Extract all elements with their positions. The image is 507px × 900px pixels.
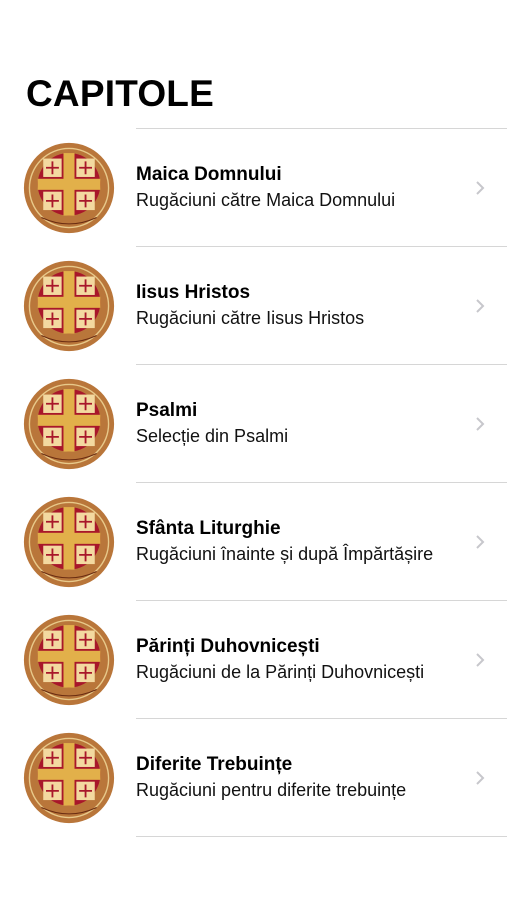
chapter-subtitle: Rugăciuni către Iisus Hristos (136, 308, 365, 328)
list-item-text: Sfânta Liturghie Rugăciuni înainte și du… (136, 483, 456, 600)
page-title: CAPITOLE (26, 73, 214, 114)
list-item[interactable]: Diferite Trebuințe Rugăciuni pentru dife… (23, 719, 507, 837)
chapter-subtitle: Rugăciuni către Maica Domnului (136, 190, 396, 210)
chapter-subtitle: Rugăciuni înainte și după Împărtășire (136, 544, 434, 564)
list-item[interactable]: Iisus Hristos Rugăciuni către Iisus Hris… (23, 247, 507, 365)
chapter-title: Părinți Duhovnicești (136, 636, 320, 657)
list-item[interactable]: Părinți Duhovnicești Rugăciuni de la Păr… (23, 601, 507, 719)
chapter-title: Psalmi (136, 400, 198, 421)
chevron-right-icon (476, 298, 485, 313)
list-item-text: Iisus Hristos Rugăciuni către Iisus Hris… (136, 247, 456, 364)
list-item-text: Diferite Trebuințe Rugăciuni pentru dife… (136, 719, 456, 836)
list-item-text: Maica Domnului Rugăciuni către Maica Dom… (136, 129, 456, 246)
cross-emblem-icon (23, 496, 115, 588)
chevron-right-icon (476, 180, 485, 195)
chapter-subtitle: Rugăciuni pentru diferite trebuințe (136, 780, 407, 800)
chapter-subtitle: Rugăciuni de la Părinți Duhovnicești (136, 662, 425, 682)
cross-emblem-icon (23, 378, 115, 470)
chapter-title: Iisus Hristos (136, 282, 251, 303)
chapter-title: Sfânta Liturghie (136, 518, 281, 539)
chevron-right-icon (476, 534, 485, 549)
list-item[interactable]: Maica Domnului Rugăciuni către Maica Dom… (23, 129, 507, 247)
list-item-text: Părinți Duhovnicești Rugăciuni de la Păr… (136, 601, 456, 718)
cross-emblem-icon (23, 732, 115, 824)
chapter-title: Maica Domnului (136, 164, 282, 185)
cross-emblem-icon (23, 614, 115, 706)
chevron-right-icon (476, 770, 485, 785)
list-item-text: Psalmi Selecție din Psalmi (136, 365, 456, 482)
list-item[interactable]: Psalmi Selecție din Psalmi (23, 365, 507, 483)
chapter-list: Maica Domnului Rugăciuni către Maica Dom… (0, 128, 507, 837)
chevron-right-icon (476, 652, 485, 667)
chapter-title: Diferite Trebuințe (136, 754, 293, 775)
cross-emblem-icon (23, 142, 115, 234)
cross-emblem-icon (23, 260, 115, 352)
chapter-subtitle: Selecție din Psalmi (136, 426, 289, 446)
list-item[interactable]: Sfânta Liturghie Rugăciuni înainte și du… (23, 483, 507, 601)
chevron-right-icon (476, 416, 485, 431)
